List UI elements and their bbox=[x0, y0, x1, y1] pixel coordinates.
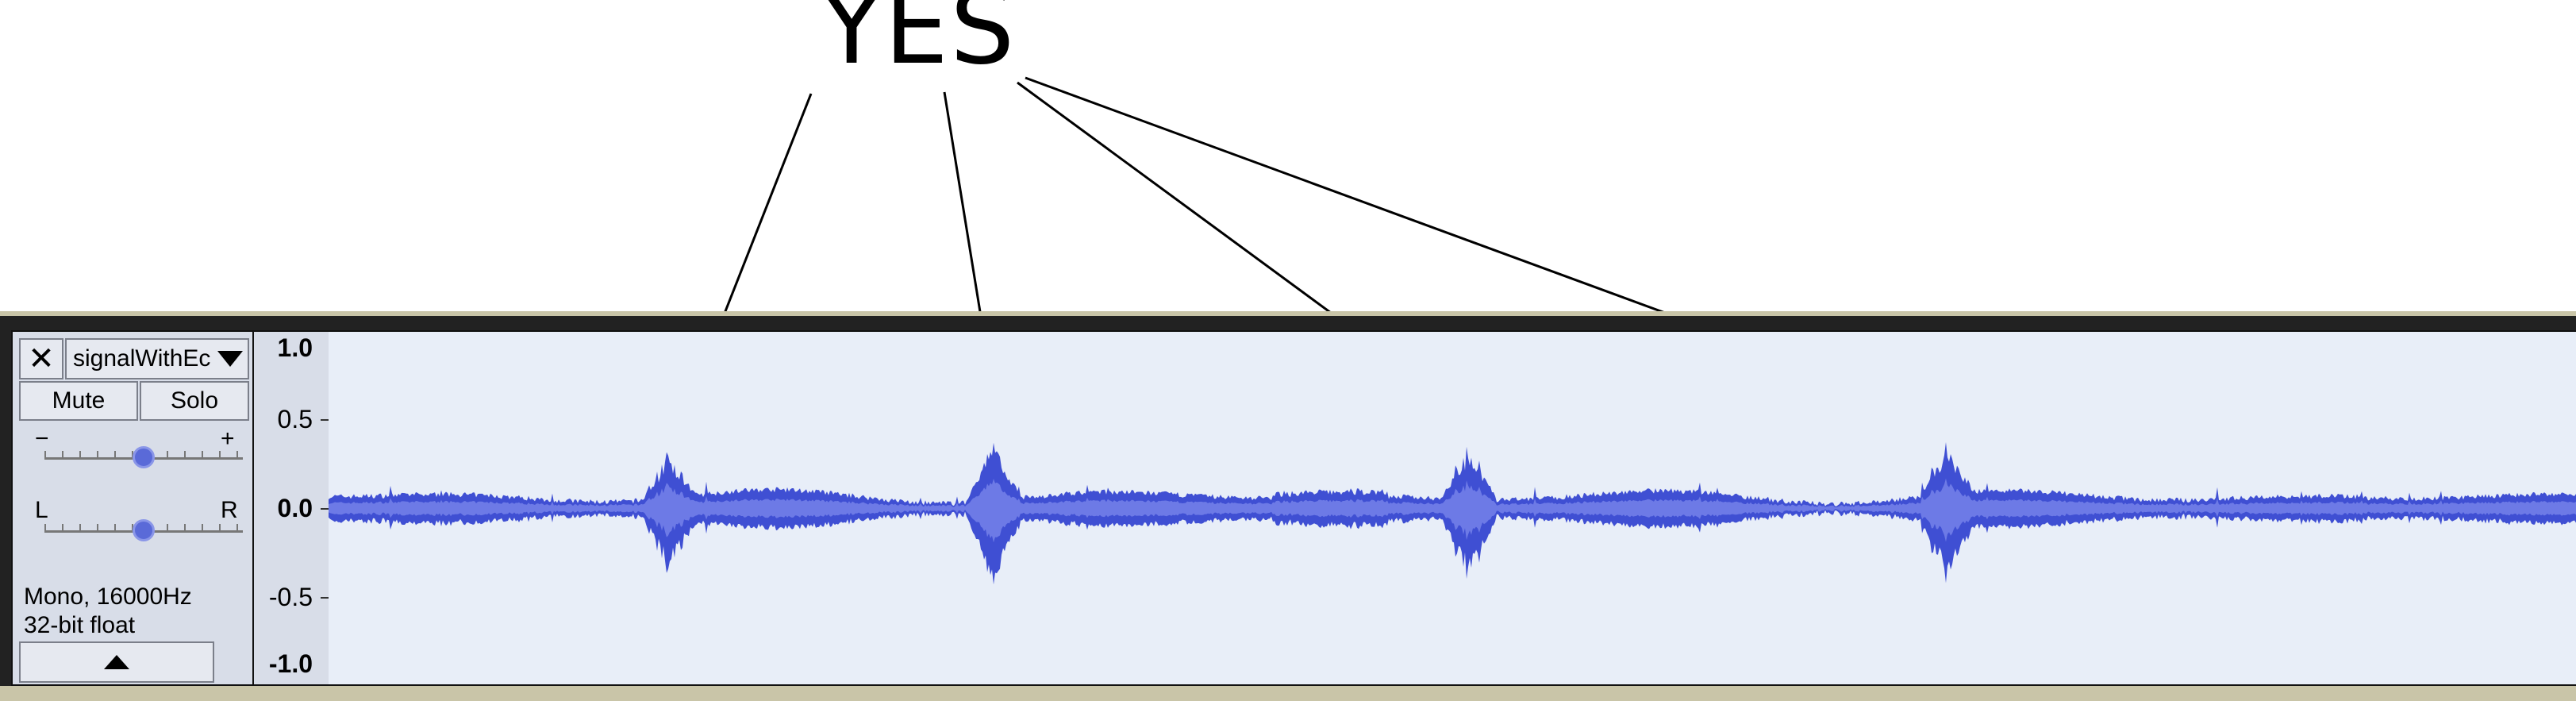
format-rate: Mono, 16000Hz bbox=[24, 584, 192, 610]
solo-label: Solo bbox=[170, 387, 219, 414]
ruler-label-lower: -0.5 bbox=[268, 583, 313, 611]
track-name-menu-button[interactable]: signalWithEc bbox=[65, 338, 249, 379]
close-icon: ✕ bbox=[28, 341, 55, 376]
track-control-panel: ✕ signalWithEc Mute Solo − + L R Mono, 1… bbox=[11, 330, 254, 686]
format-depth: 32-bit float bbox=[24, 612, 136, 638]
gain-slider[interactable] bbox=[44, 435, 243, 468]
waveform bbox=[329, 442, 2576, 585]
pan-slider-thumb[interactable] bbox=[133, 519, 155, 541]
mute-button[interactable]: Mute bbox=[19, 381, 138, 421]
gain-slider-thumb[interactable] bbox=[133, 446, 155, 468]
track-format-info: Mono, 16000Hz 32-bit float bbox=[24, 583, 192, 640]
pan-slider[interactable] bbox=[44, 508, 243, 541]
ruler-label-top: 1.0 bbox=[277, 333, 313, 362]
ruler-label-bottom: -1.0 bbox=[268, 649, 313, 678]
vertical-ruler: 1.0 0.5 0.0 -0.5 -1.0 bbox=[254, 330, 329, 686]
track-bottom-border bbox=[0, 686, 2576, 701]
solo-button[interactable]: Solo bbox=[140, 381, 249, 421]
chevron-down-icon bbox=[217, 351, 243, 367]
screen: YES ✕ signalWithEc Mute Solo − + L R Mon… bbox=[0, 0, 2576, 701]
collapse-track-button[interactable] bbox=[19, 641, 214, 683]
annotation-label: YES bbox=[821, 0, 1017, 87]
mute-label: Mute bbox=[52, 387, 106, 414]
waveform-area[interactable] bbox=[329, 330, 2576, 686]
collapse-up-icon bbox=[104, 655, 129, 669]
close-track-button[interactable]: ✕ bbox=[19, 338, 63, 379]
ruler-label-upper: 0.5 bbox=[277, 405, 313, 433]
ruler-label-zero: 0.0 bbox=[277, 494, 313, 522]
track-name: signalWithEc bbox=[73, 345, 211, 372]
